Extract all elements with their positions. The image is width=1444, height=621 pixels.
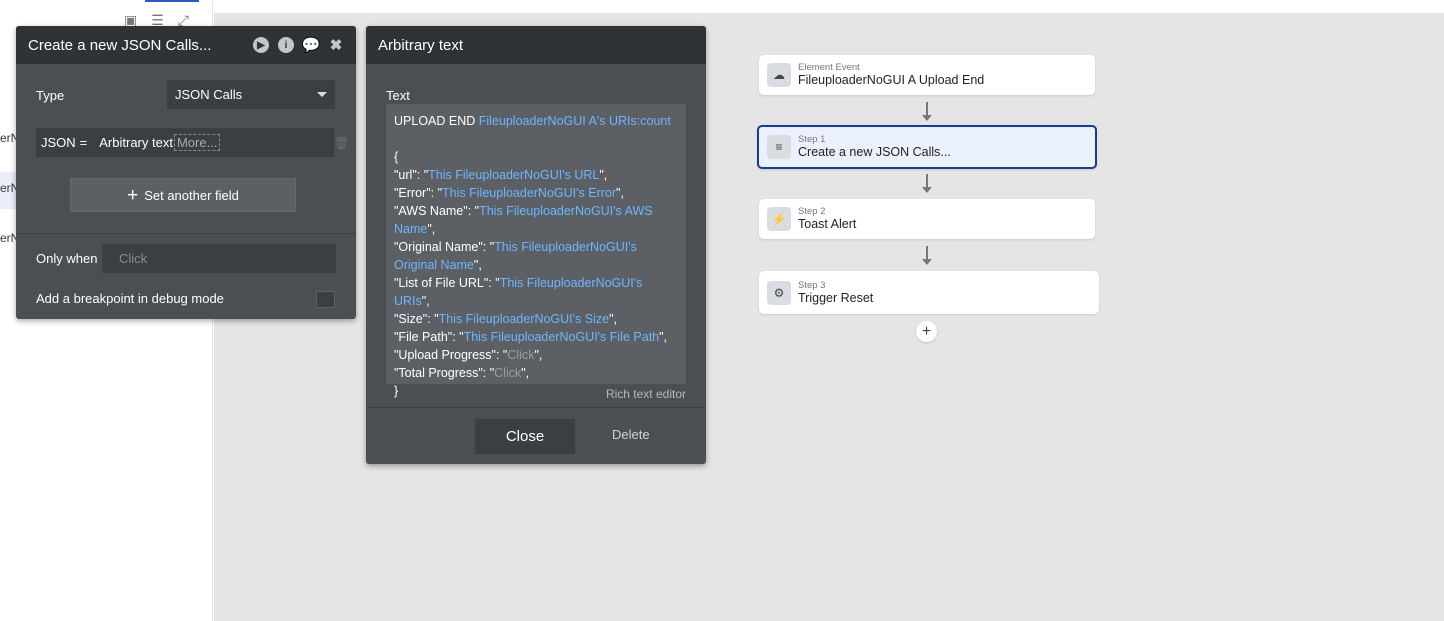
text-line: UPLOAD END FileuploaderNoGUI A's URIs:co… xyxy=(394,112,678,130)
workflow-event-card[interactable]: ☁ Element Event FileuploaderNoGUI A Uplo… xyxy=(759,55,1095,95)
panel-title: Arbitrary text xyxy=(378,36,464,54)
text-line: "AWS Name": "This FileuploaderNoGUI's AW… xyxy=(394,202,678,238)
comment-icon[interactable]: 💬 xyxy=(302,37,321,54)
text-line: "Total Progress": "Click", xyxy=(394,364,678,382)
delete-button[interactable]: Delete xyxy=(612,427,650,442)
only-when-label: Only when xyxy=(36,251,98,266)
event-type-label: Element Event xyxy=(798,62,860,73)
event-name: FileuploaderNoGUI A Upload End xyxy=(798,73,985,87)
json-field-row[interactable]: JSON = Arbitrary text More... xyxy=(36,128,334,157)
dynamic-expression[interactable]: This FileuploaderNoGUI's Size xyxy=(439,312,610,326)
text-line: { xyxy=(394,150,399,164)
text-line: "Error": "This FileuploaderNoGUI's Error… xyxy=(394,184,678,202)
sidebar-item-label[interactable]: erN xyxy=(0,131,16,145)
type-dropdown[interactable]: JSON Calls xyxy=(167,80,335,109)
header-icons: ▶ i 💬 ✖ xyxy=(253,37,344,54)
panel-header: Arbitrary text xyxy=(366,26,706,64)
workflow-step-3-card[interactable]: ⚙ Step 3 Trigger Reset xyxy=(759,271,1099,314)
panel-header: Create a new JSON Calls... ▶ i 💬 ✖ xyxy=(16,26,356,64)
json-punct: ", xyxy=(534,348,543,362)
json-punct: ", xyxy=(616,186,624,200)
json-key: "Original Name": " xyxy=(394,240,495,254)
text-line: "Upload Progress": "Click", xyxy=(394,346,678,364)
chevron-down-icon xyxy=(317,92,327,97)
field-equals: = xyxy=(79,135,88,150)
workflow-step-1-card[interactable]: ≡ Step 1 Create a new JSON Calls... xyxy=(757,125,1097,169)
action-properties-panel: Create a new JSON Calls... ▶ i 💬 ✖ Type … xyxy=(16,26,356,319)
divider xyxy=(366,407,706,408)
json-key: "Total Progress": " xyxy=(394,366,495,380)
step-label: Step 3 xyxy=(798,279,826,291)
text-line: "Size": "This FileuploaderNoGUI's Size", xyxy=(394,310,678,328)
trash-icon[interactable]: 🗑 xyxy=(334,136,349,150)
more-button[interactable]: More... xyxy=(173,134,221,151)
database-icon: ≡ xyxy=(767,135,791,159)
add-step-button[interactable]: + xyxy=(916,321,937,342)
set-another-field-label: Set another field xyxy=(144,187,239,203)
json-key: "List of File URL": " xyxy=(394,276,500,290)
step-name: Create a new JSON Calls... xyxy=(798,145,951,159)
json-key: "AWS Name": " xyxy=(394,204,480,218)
json-punct: ", xyxy=(609,312,618,326)
only-when-input[interactable]: Click xyxy=(102,244,336,273)
json-key: "Size": " xyxy=(394,312,439,326)
json-punct: ", xyxy=(473,258,482,272)
cloud-upload-icon: ☁ xyxy=(767,63,791,87)
json-punct: ", xyxy=(659,330,668,344)
panel-title: Create a new JSON Calls... xyxy=(28,36,212,54)
rich-text-editor-link[interactable]: Rich text editor xyxy=(606,387,686,401)
breakpoint-checkbox[interactable] xyxy=(316,291,335,308)
step-label: Step 2 xyxy=(798,206,826,217)
text-line: "url": "This FileuploaderNoGUI's URL", xyxy=(394,166,678,184)
text-line xyxy=(394,130,678,148)
dynamic-expression[interactable]: This FileuploaderNoGUI's Error xyxy=(442,186,616,200)
click-placeholder[interactable]: Click xyxy=(494,366,521,380)
text-editor[interactable]: UPLOAD END FileuploaderNoGUI A's URIs:co… xyxy=(386,104,686,398)
dynamic-expression[interactable]: This FileuploaderNoGUI's URL xyxy=(428,168,599,182)
text-line: "Original Name": "This FileuploaderNoGUI… xyxy=(394,238,678,274)
step-name: Toast Alert xyxy=(798,217,857,231)
dynamic-expression[interactable]: FileuploaderNoGUI A's URIs:count xyxy=(479,114,671,128)
field-value[interactable]: Arbitrary text xyxy=(99,135,173,150)
sidebar-item-label[interactable]: erN xyxy=(0,231,16,245)
json-key: "File Path": " xyxy=(394,330,464,344)
close-button[interactable]: Close xyxy=(475,419,575,454)
json-key: "Error": " xyxy=(394,186,443,200)
text-line: "File Path": "This FileuploaderNoGUI's F… xyxy=(394,328,678,346)
step-name: Trigger Reset xyxy=(798,290,874,305)
arbitrary-text-panel: Arbitrary text Text UPLOAD END Fileuploa… xyxy=(366,26,706,464)
flow-arrow xyxy=(922,246,932,265)
plus-icon: + xyxy=(127,184,139,206)
set-another-field-button[interactable]: + Set another field xyxy=(70,178,296,212)
workflow-step-2-card[interactable]: ⚡ Step 2 Toast Alert xyxy=(759,199,1095,239)
sidebar-tab-underline xyxy=(145,0,199,2)
sidebar-item-label[interactable]: erN xyxy=(0,181,16,195)
info-icon[interactable]: i xyxy=(278,37,294,53)
json-punct: ", xyxy=(599,168,608,182)
step-label: Step 1 xyxy=(798,134,826,145)
gear-icon: ⚙ xyxy=(767,280,791,305)
text-label: Text xyxy=(386,88,410,103)
json-punct: ", xyxy=(521,366,530,380)
only-when-placeholder: Click xyxy=(119,251,148,266)
json-punct: ", xyxy=(427,222,436,236)
click-placeholder[interactable]: Click xyxy=(507,348,534,362)
flow-arrow xyxy=(922,174,932,193)
static-text: UPLOAD END xyxy=(394,114,479,128)
top-bar xyxy=(214,0,1444,13)
breakpoint-label: Add a breakpoint in debug mode xyxy=(36,291,224,306)
field-name: JSON xyxy=(41,135,76,150)
text-line: "List of File URL": "This FileuploaderNo… xyxy=(394,274,678,310)
plug-icon: ⚡ xyxy=(767,207,791,231)
flow-arrow xyxy=(922,102,932,121)
json-key: "url": " xyxy=(394,168,429,182)
close-icon[interactable]: ✖ xyxy=(328,37,344,54)
play-icon[interactable]: ▶ xyxy=(253,37,269,53)
type-label: Type xyxy=(36,88,65,103)
divider xyxy=(16,233,356,234)
json-punct: ", xyxy=(421,294,430,308)
json-key: "Upload Progress": " xyxy=(394,348,508,362)
dynamic-expression[interactable]: This FileuploaderNoGUI's File Path xyxy=(464,330,660,344)
type-value: JSON Calls xyxy=(175,87,243,102)
